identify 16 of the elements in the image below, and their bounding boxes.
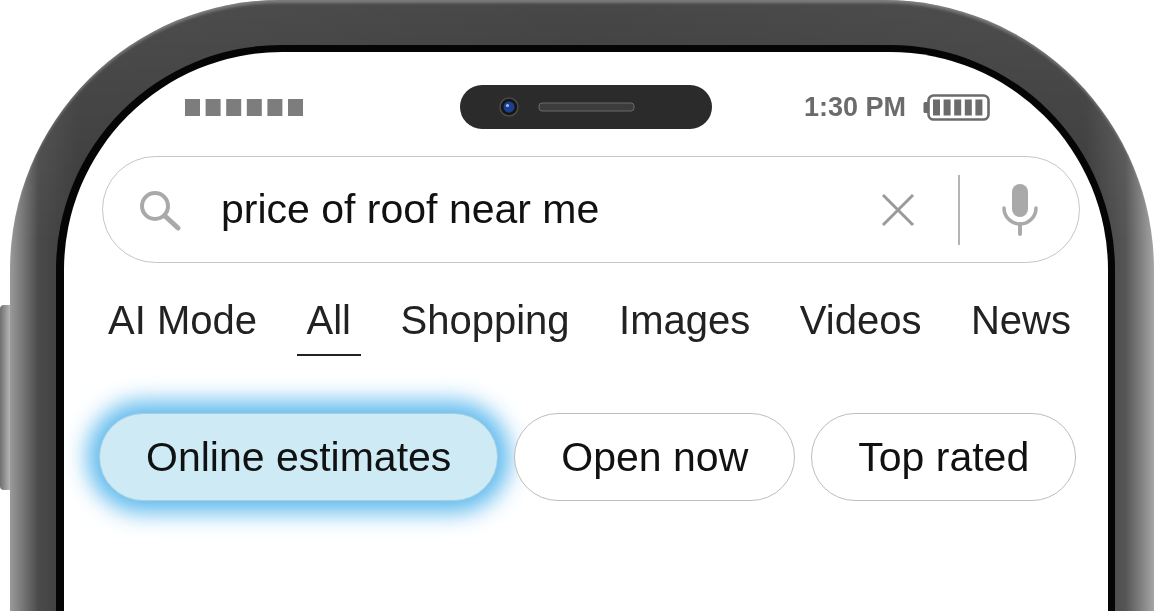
search-tab[interactable]: All xyxy=(296,297,361,356)
signal-icon xyxy=(185,98,303,116)
search-tab[interactable]: Images xyxy=(609,297,761,356)
filter-chip[interactable]: Top rated xyxy=(811,413,1077,501)
status-time: 1:30 PM xyxy=(803,91,906,123)
microphone-icon[interactable] xyxy=(1001,183,1039,236)
search-tab[interactable]: News xyxy=(960,297,1081,356)
search-tab[interactable]: Shopping xyxy=(390,297,580,356)
search-icon xyxy=(138,188,182,231)
battery-icon xyxy=(923,93,990,121)
clear-icon[interactable] xyxy=(880,192,915,227)
filter-chip[interactable]: Online estimates xyxy=(99,413,499,501)
search-tab[interactable]: AI Mode xyxy=(98,297,267,356)
search-tab[interactable]: Videos xyxy=(789,297,932,356)
filter-chip[interactable]: Open now xyxy=(514,413,796,501)
search-input[interactable]: price of roof near me xyxy=(221,186,881,233)
